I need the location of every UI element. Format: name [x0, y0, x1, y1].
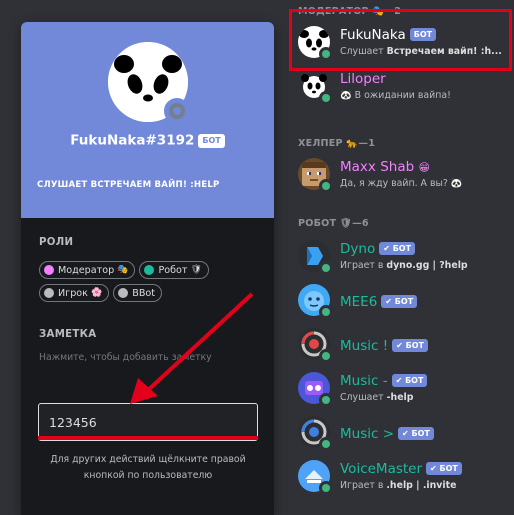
verified-bot-tag: ✔ БОТ	[379, 242, 416, 255]
member-dyno[interactable]: Dyno ✔ БОТ Играет в dyno.gg | ?help	[286, 236, 514, 280]
bot-tag-label: БОТ	[392, 244, 412, 253]
member-name-text: Dyno	[340, 241, 376, 257]
verified-bot-tag: ✔ БОТ	[391, 374, 428, 387]
role-color-dot[interactable]	[44, 288, 54, 298]
member-name-text: VoiceMaster	[340, 461, 423, 477]
online-status-icon	[319, 179, 333, 193]
status-bold: dyno.gg | ?help	[386, 260, 468, 271]
highlight-box	[289, 9, 512, 71]
member-name-text: Music >	[340, 426, 395, 442]
verified-bot-tag: ✔ БОТ	[398, 427, 434, 440]
member-status: Слушает -help	[340, 392, 413, 403]
role-label: Модератор	[58, 264, 115, 276]
member-name: MEE6 ✔ БОТ	[340, 294, 418, 310]
role-badge-icon: 🌸	[91, 288, 103, 298]
member-list: МОДЕРАТОР 🎭—2 FukuNaka БОТ Слушает Встреч…	[286, 0, 514, 515]
roles-title: РОЛИ	[39, 237, 74, 248]
member-music-greater[interactable]: Music > ✔ БОТ	[286, 412, 514, 456]
member-status: Да, я жду вайп. А вы? 🐼	[340, 178, 463, 189]
member-name-text: Maxx Shab	[340, 159, 415, 175]
username-row: FukuNaka#3192 БОТ	[21, 130, 274, 149]
member-status: Играет в dyno.gg | ?help	[340, 260, 468, 271]
context-hint: Для других действий щёлкните правой кноп…	[50, 454, 246, 481]
member-music-minus[interactable]: Music - ✔ БОТ Слушает -help	[286, 368, 514, 412]
member-name: Music - ✔ БОТ	[340, 373, 428, 389]
role-label: Игрок	[58, 287, 88, 299]
member-status: Играет в .help | .invite	[340, 480, 456, 491]
role-label: BBot	[132, 287, 156, 299]
verified-bot-tag: ✔ БОТ	[392, 339, 428, 352]
dyno-icon	[298, 240, 333, 275]
group-header-helper: ХЕЛПЕР 🐆—1	[298, 138, 376, 149]
roles-list: Модератор 🎭 Робот 🛡 Игрок 🌸 BBot	[39, 261, 261, 302]
verified-bot-tag: ✔ БОТ	[381, 295, 418, 308]
bot-tag: БОТ	[198, 133, 225, 148]
group-header-robot: РОБОТ 🛡—6	[298, 218, 369, 229]
music-blue-icon	[298, 416, 333, 451]
member-mee6[interactable]: MEE6 ✔ БОТ	[286, 280, 514, 324]
bot-tag-label: БОТ	[411, 429, 430, 438]
panda-icon	[298, 70, 333, 105]
role-badge-icon: 🛡	[190, 265, 203, 275]
status-prefix: Играет в	[340, 260, 387, 271]
note-underline-highlight	[38, 436, 258, 440]
note-placeholder[interactable]: Нажмите, чтобы добавить заметку	[39, 352, 212, 363]
music-red-icon	[298, 328, 333, 363]
verified-bot-tag: ✔ БОТ	[426, 462, 462, 475]
online-status-icon	[319, 393, 333, 407]
popout-header: FukuNaka#3192 БОТ СЛУШАЕТ ВСТРЕЧАЕМ ВАЙП!…	[21, 22, 274, 218]
role-color-dot[interactable]	[44, 265, 54, 275]
member-voicemaster[interactable]: VoiceMaster ✔ БОТ Играет в .help | .invit…	[286, 456, 514, 500]
member-music-exclaim[interactable]: Music ! ✔ БОТ	[286, 324, 514, 368]
member-name-text: Music !	[340, 338, 389, 354]
member-name-text: MEE6	[340, 294, 378, 310]
online-status-icon	[319, 305, 333, 319]
online-status-icon	[319, 481, 333, 495]
member-name: Dyno ✔ БОТ	[340, 241, 416, 257]
note-title: ЗАМЕТКА	[39, 329, 97, 340]
creeper-icon	[298, 158, 333, 193]
member-name: Liloper	[340, 71, 386, 87]
user-popout: FukuNaka#3192 БОТ СЛУШАЕТ ВСТРЕЧАЕМ ВАЙП!…	[21, 22, 274, 515]
online-status-icon	[319, 261, 333, 275]
idle-status-icon	[164, 98, 190, 124]
role-moderator[interactable]: Модератор 🎭	[39, 261, 136, 279]
role-robot[interactable]: Робот 🛡	[139, 261, 210, 279]
panda-avatar-icon[interactable]	[108, 42, 190, 124]
online-status-icon	[319, 437, 333, 451]
status-prefix: Играет в	[340, 480, 387, 491]
member-name: Music > ✔ БОТ	[340, 426, 434, 442]
voicemaster-icon	[298, 460, 333, 495]
online-status-icon	[319, 91, 333, 105]
popout-username[interactable]: FukuNaka#3192	[70, 133, 194, 149]
member-name-text: Music -	[340, 373, 388, 389]
role-bbot[interactable]: BBot	[113, 284, 163, 302]
role-label: Робот	[158, 264, 188, 276]
member-maxx-shab[interactable]: Maxx Shab 😁 Да, я жду вайп. А вы? 🐼	[286, 154, 514, 198]
role-player[interactable]: Игрок 🌸	[39, 284, 110, 302]
member-name: VoiceMaster ✔ БОТ	[340, 461, 462, 477]
bot-tag-label: БОТ	[394, 297, 414, 306]
name-emoji: 😁	[418, 161, 430, 174]
role-badge-icon: 🎭	[117, 265, 129, 275]
status-prefix: Слушает	[340, 392, 387, 403]
role-color-dot[interactable]	[118, 288, 129, 298]
status-bold: .help | .invite	[386, 480, 457, 491]
bot-tag-label: БОТ	[405, 341, 424, 350]
status-bold: -help	[386, 392, 414, 403]
activity-text: СЛУШАЕТ ВСТРЕЧАЕМ ВАЙП! :HELP	[37, 180, 220, 190]
member-name: Maxx Shab 😁	[340, 159, 430, 175]
role-color-dot[interactable]	[144, 265, 155, 275]
bot-tag-label: БОТ	[405, 376, 424, 385]
music-purple-icon	[298, 372, 333, 407]
bot-tag-label: БОТ	[439, 464, 458, 473]
member-status: 🐼 В ожидании вайпа!	[340, 90, 451, 101]
online-status-icon	[319, 349, 333, 363]
mee6-icon	[298, 284, 333, 319]
member-liloper[interactable]: Liloper 🐼 В ожидании вайпа!	[286, 66, 514, 110]
member-name: Music ! ✔ БОТ	[340, 338, 428, 354]
